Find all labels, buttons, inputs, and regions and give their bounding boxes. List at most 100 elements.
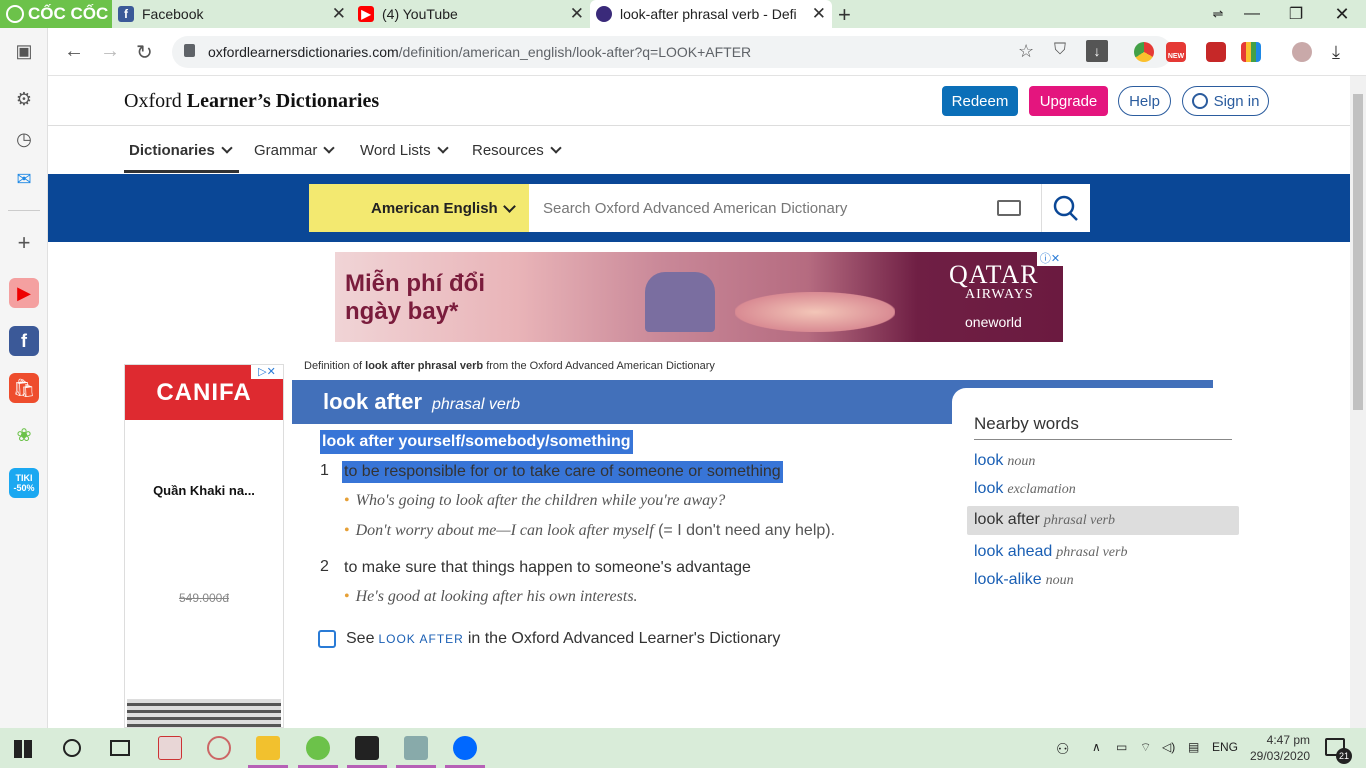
page-content: Oxford Learner’s Dictionaries Redeem Upg… xyxy=(48,76,1350,728)
zalo-icon[interactable] xyxy=(453,736,477,760)
nearby-word: look after xyxy=(974,511,1040,528)
crumb-suffix: from the Oxford Advanced American Dictio… xyxy=(483,360,715,372)
forward-icon[interactable]: → xyxy=(100,40,120,63)
close-tab-icon[interactable]: ✕ xyxy=(332,4,346,24)
keyboard-tray-icon[interactable]: ▤ xyxy=(1188,740,1199,754)
page-scrollbar[interactable] xyxy=(1350,76,1366,728)
ad-choices-icon[interactable]: ▷✕ xyxy=(251,365,283,379)
shield-icon[interactable]: ⛉ xyxy=(1054,41,1066,59)
tab-facebook[interactable]: f Facebook ✕ xyxy=(112,0,352,28)
banner-ad[interactable]: Miễn phí đổi ngày bay* QATAR AIRWAYS onew… xyxy=(335,252,1063,342)
side-ad-price: 549.000đ xyxy=(178,591,230,605)
avatar[interactable] xyxy=(1292,42,1312,62)
nearby-heading: Nearby words xyxy=(974,414,1079,433)
reload-icon[interactable]: ↻ xyxy=(136,40,153,65)
people-icon[interactable]: ⚇ xyxy=(1056,740,1069,758)
menu-dictionaries[interactable]: Dictionaries xyxy=(129,142,233,159)
downloads-icon[interactable]: ⤓ xyxy=(1332,42,1340,63)
nearby-word: look-alike xyxy=(974,571,1042,588)
coccoc-logo-icon xyxy=(6,5,24,23)
sense-definition: to make sure that things happen to someo… xyxy=(344,559,751,576)
window-close-icon[interactable]: ✕ xyxy=(1320,0,1364,28)
task-view-icon[interactable] xyxy=(110,740,130,756)
wifi-icon[interactable]: ⌔ xyxy=(1140,740,1151,755)
history-icon[interactable]: ◷ xyxy=(9,124,39,154)
shopee-icon[interactable]: 🛍 xyxy=(9,373,39,403)
search-button[interactable] xyxy=(1041,184,1090,232)
coccoc-menu-button[interactable]: CỐC CỐC xyxy=(0,0,112,28)
red-ext-icon[interactable] xyxy=(1206,42,1226,62)
tab-title: look-after phrasal verb - Defi xyxy=(620,6,797,22)
part-of-speech: phrasal verb xyxy=(432,396,521,413)
ad-choices-icon[interactable]: ⓘ✕ xyxy=(1037,252,1063,266)
new-tab-icon[interactable]: + xyxy=(838,2,851,28)
facebook-icon[interactable]: f xyxy=(9,326,39,356)
signin-button[interactable]: Sign in xyxy=(1182,86,1269,116)
color-ext-icon[interactable] xyxy=(1241,42,1261,62)
keyboard-icon[interactable] xyxy=(997,200,1021,216)
close-tab-icon[interactable]: ✕ xyxy=(812,4,826,24)
ad-brand: QATAR xyxy=(949,260,1039,289)
clock[interactable]: 4:47 pm 29/03/2020 xyxy=(1250,732,1310,764)
windows-start-icon[interactable] xyxy=(14,740,32,758)
close-tab-icon[interactable]: ✕ xyxy=(570,4,584,24)
restore-icon[interactable]: ❐ xyxy=(1274,0,1318,28)
site-logo[interactable]: Oxford Learner’s Dictionaries xyxy=(124,90,379,113)
side-ad[interactable]: CANIFA ▷✕ Quần Khaki na... 549.000đ xyxy=(124,364,284,728)
download-page-icon[interactable]: ↓ xyxy=(1086,40,1108,62)
scrollbar-thumb[interactable] xyxy=(1353,94,1363,410)
language-indicator[interactable]: ENG xyxy=(1212,740,1238,754)
coccoc-leaf-icon[interactable]: ❀ xyxy=(9,420,39,450)
tab-oxford[interactable]: look-after phrasal verb - Defi ✕ xyxy=(590,0,832,28)
nearby-item-current: look after phrasal verb xyxy=(974,511,1115,529)
menu-grammar[interactable]: Grammar xyxy=(254,142,336,159)
help-button[interactable]: Help xyxy=(1118,86,1171,116)
header-divider xyxy=(48,125,1350,126)
search-input[interactable]: Search Oxford Advanced American Dictiona… xyxy=(529,184,1041,232)
see-also-link[interactable]: LOOK AFTER xyxy=(378,632,463,646)
tab-title: Facebook xyxy=(142,6,204,22)
show-hidden-icons-icon[interactable]: ∧ xyxy=(1092,740,1101,754)
tiki-icon[interactable]: TIKI -50% xyxy=(9,468,39,498)
coccoc-browser-icon[interactable] xyxy=(306,736,330,760)
messenger-icon[interactable]: ✉ xyxy=(9,164,39,194)
minimize-icon[interactable]: — xyxy=(1230,0,1274,28)
nearby-word: look xyxy=(974,452,1004,469)
app-icon-2[interactable] xyxy=(207,736,231,760)
app-icon-6[interactable] xyxy=(404,736,428,760)
crumb-prefix: Definition of xyxy=(304,360,366,372)
sense-number: 2 xyxy=(320,558,329,575)
redeem-label: Redeem xyxy=(951,92,1009,110)
menu-word-lists[interactable]: Word Lists xyxy=(360,142,449,159)
nearby-item[interactable]: look ahead phrasal verb xyxy=(974,543,1127,561)
tab-youtube[interactable]: ▶ (4) YouTube ✕ xyxy=(352,0,590,28)
settings-gear-icon[interactable]: ⚙ xyxy=(9,84,39,114)
nearby-item[interactable]: look-alike noun xyxy=(974,571,1074,589)
upgrade-button[interactable]: Upgrade xyxy=(1029,86,1108,116)
bookmark-star-icon[interactable]: ☆ xyxy=(1018,41,1034,62)
side-ad-product: Quần Khaki na... xyxy=(153,483,255,498)
new-ext-icon[interactable]: NEW xyxy=(1166,42,1186,62)
add-sidebar-app-icon[interactable]: + xyxy=(9,228,39,258)
app-icon-1[interactable] xyxy=(158,736,182,760)
nearby-pos: phrasal verb xyxy=(1043,513,1115,528)
nearby-item[interactable]: look noun xyxy=(974,452,1035,470)
battery-icon[interactable]: ▭ xyxy=(1116,740,1127,754)
redeem-button[interactable]: Redeem xyxy=(942,86,1018,116)
search-icon xyxy=(1053,195,1078,221)
dictionary-select[interactable]: American English xyxy=(309,184,529,232)
chrome-ext-icon[interactable] xyxy=(1134,42,1154,62)
nearby-item[interactable]: look exclamation xyxy=(974,480,1076,498)
file-explorer-icon[interactable] xyxy=(256,736,280,760)
youtube-icon[interactable]: ▶ xyxy=(9,278,39,308)
address-bar[interactable]: oxfordlearnersdictionaries.com/definitio… xyxy=(172,36,1172,68)
back-icon[interactable]: ← xyxy=(64,40,84,63)
nearby-pos: noun xyxy=(1007,454,1036,469)
logo-bold: Learner’s Dictionaries xyxy=(186,90,380,112)
volume-icon[interactable]: ◁) xyxy=(1162,740,1175,754)
sidebar-divider xyxy=(8,210,40,211)
sidebar-toggle-icon[interactable]: ▣ xyxy=(9,36,39,66)
sticky-notes-icon[interactable] xyxy=(355,736,379,760)
search-icon[interactable] xyxy=(63,739,81,757)
menu-resources[interactable]: Resources xyxy=(472,142,562,159)
